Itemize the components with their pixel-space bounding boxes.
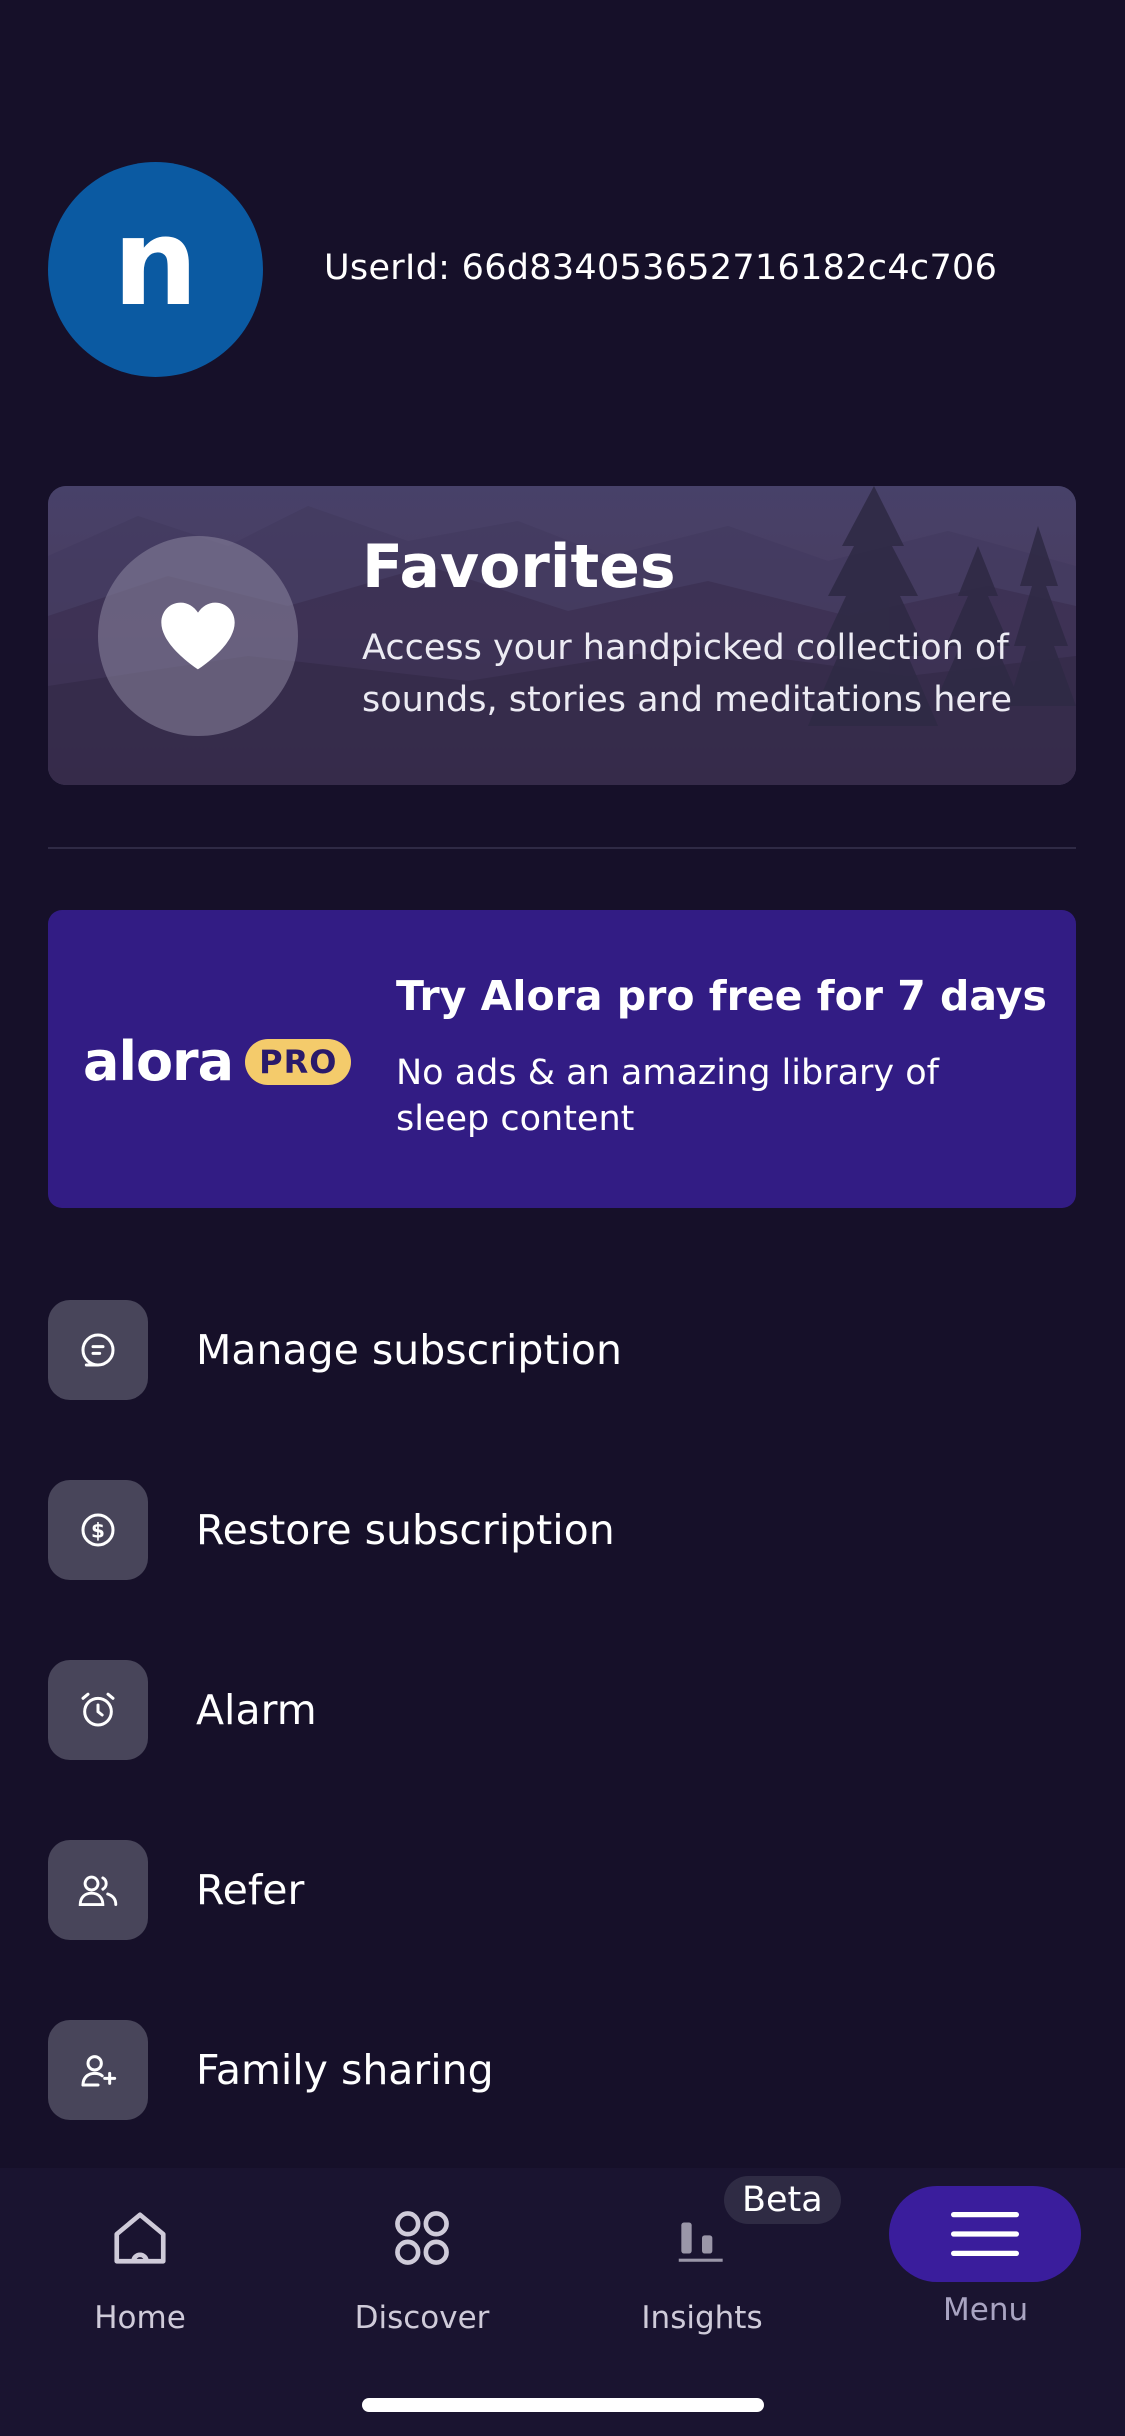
- heart-icon: [161, 602, 235, 670]
- avatar[interactable]: n: [48, 162, 263, 377]
- hamburger-menu-icon: [951, 2212, 1019, 2256]
- beta-badge: Beta: [724, 2176, 841, 2224]
- nav-label: Home: [94, 2300, 186, 2336]
- menu-item-manage-subscription[interactable]: Manage subscription: [48, 1300, 1076, 1400]
- favorites-icon-circle: [98, 536, 298, 736]
- alora-logo-text: alora: [83, 1030, 234, 1093]
- pro-badge: PRO: [245, 1038, 352, 1085]
- nav-label: Insights: [641, 2300, 763, 2336]
- user-add-icon: [48, 2020, 148, 2120]
- alora-pro-logo: alora PRO: [83, 1030, 352, 1093]
- home-icon: [109, 2198, 171, 2278]
- home-indicator: [362, 2398, 764, 2412]
- menu-item-restore-subscription[interactable]: $ Restore subscription: [48, 1480, 1076, 1580]
- menu-item-alarm[interactable]: Alarm: [48, 1660, 1076, 1760]
- nav-label-menu: Menu: [943, 2292, 1029, 2328]
- bottom-navigation: Home Discover Insights Beta Menu: [0, 2168, 1125, 2436]
- pro-banner-title: Try Alora pro free for 7 days: [396, 972, 1047, 1020]
- menu-item-label: Manage subscription: [196, 1326, 622, 1374]
- nav-discover[interactable]: Discover: [322, 2198, 522, 2336]
- menu-item-label: Family sharing: [196, 2046, 494, 2094]
- nav-menu[interactable]: [889, 2186, 1081, 2282]
- favorites-title: Favorites: [362, 532, 676, 602]
- favorites-description: Access your handpicked collection of sou…: [362, 628, 1013, 720]
- pro-trial-banner[interactable]: alora PRO Try Alora pro free for 7 days …: [48, 910, 1076, 1208]
- menu-item-label: Alarm: [196, 1686, 317, 1734]
- menu-item-refer[interactable]: Refer: [48, 1840, 1076, 1940]
- alarm-clock-icon: [48, 1660, 148, 1760]
- user-id-text: UserId: 66d834053652716182c4c706: [324, 248, 998, 288]
- menu-item-family-sharing[interactable]: Family sharing: [48, 2020, 1076, 2120]
- menu-item-label: Refer: [196, 1866, 305, 1914]
- svg-text:$: $: [91, 1519, 105, 1543]
- avatar-letter: n: [112, 193, 199, 333]
- favorites-card[interactable]: Favorites Access your handpicked collect…: [48, 486, 1076, 785]
- nav-home[interactable]: Home: [40, 2198, 240, 2336]
- insights-bars-icon: [671, 2198, 733, 2278]
- nav-label: Discover: [354, 2300, 490, 2336]
- menu-item-label: Restore subscription: [196, 1506, 615, 1554]
- pro-banner-description: No ads & an amazing library of sleep con…: [396, 1053, 939, 1139]
- manage-subscription-icon: [48, 1300, 148, 1400]
- divider: [48, 847, 1076, 849]
- dollar-coin-icon: $: [48, 1480, 148, 1580]
- discover-grid-icon: [391, 2198, 453, 2278]
- users-icon: [48, 1840, 148, 1940]
